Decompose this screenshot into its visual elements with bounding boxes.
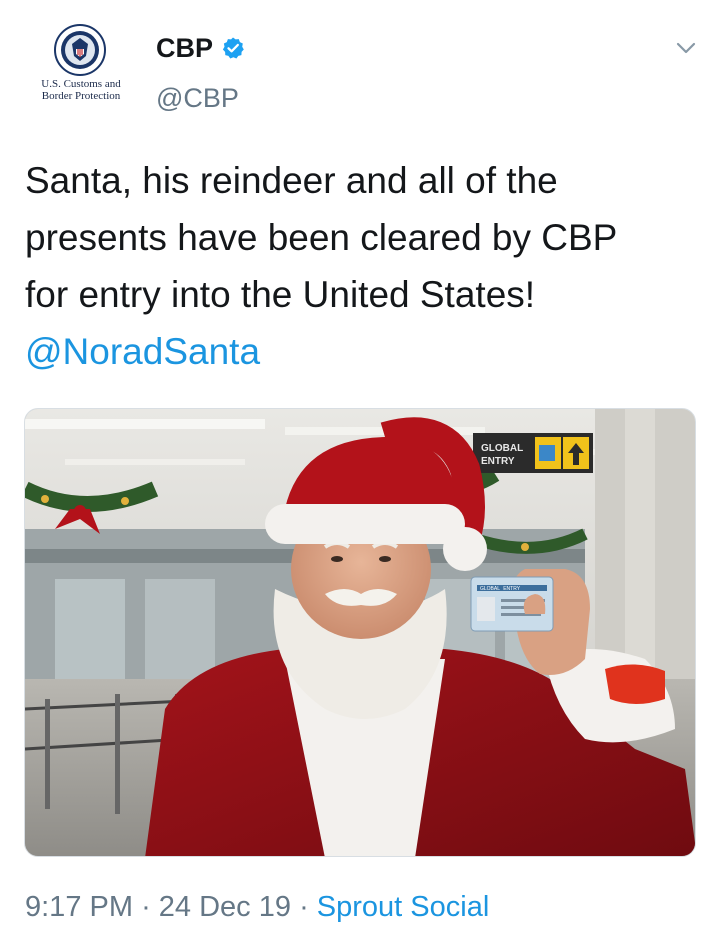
card-line1: GLOBAL xyxy=(480,586,500,592)
avatar-caption-line1: U.S. Customs and xyxy=(41,78,121,90)
handle[interactable]: @CBP xyxy=(156,80,239,116)
card-label: GLOBAL ENTRY xyxy=(480,586,521,592)
tweet-source-link[interactable]: Sprout Social xyxy=(317,891,490,923)
chevron-down-icon[interactable] xyxy=(672,34,700,62)
tweet-photo[interactable]: GLOBAL ENTRY GLOBAL ENTRY xyxy=(24,408,696,857)
verified-badge-icon xyxy=(222,37,244,59)
card-line2: ENTRY xyxy=(503,586,521,592)
dhs-seal-icon xyxy=(54,24,106,76)
sign-line1: GLOBAL xyxy=(481,443,523,454)
tweet: U.S. Customs and Border Protection CBP @… xyxy=(0,0,720,939)
tweet-metadata: 9:17 PM · 24 Dec 19 · Sprout Social xyxy=(25,888,489,926)
mention-link[interactable]: @NoradSanta xyxy=(25,331,260,372)
avatar[interactable]: U.S. Customs and Border Protection xyxy=(26,24,136,124)
avatar-caption: U.S. Customs and Border Protection xyxy=(26,78,136,102)
avatar-caption-line2: Border Protection xyxy=(41,90,121,102)
tweet-date[interactable]: 24 Dec 19 xyxy=(159,891,291,923)
tweet-time[interactable]: 9:17 PM xyxy=(25,891,133,923)
tweet-body: Santa, his reindeer and all of the prese… xyxy=(25,160,617,315)
display-name[interactable]: CBP xyxy=(156,30,245,66)
tweet-text: Santa, his reindeer and all of the prese… xyxy=(25,152,665,380)
sign-line2: ENTRY xyxy=(481,456,515,467)
separator-dot: · xyxy=(141,891,151,923)
display-name-text: CBP xyxy=(156,33,214,63)
photo-illustration: GLOBAL ENTRY GLOBAL ENTRY xyxy=(25,409,695,856)
separator-dot: · xyxy=(299,891,309,923)
